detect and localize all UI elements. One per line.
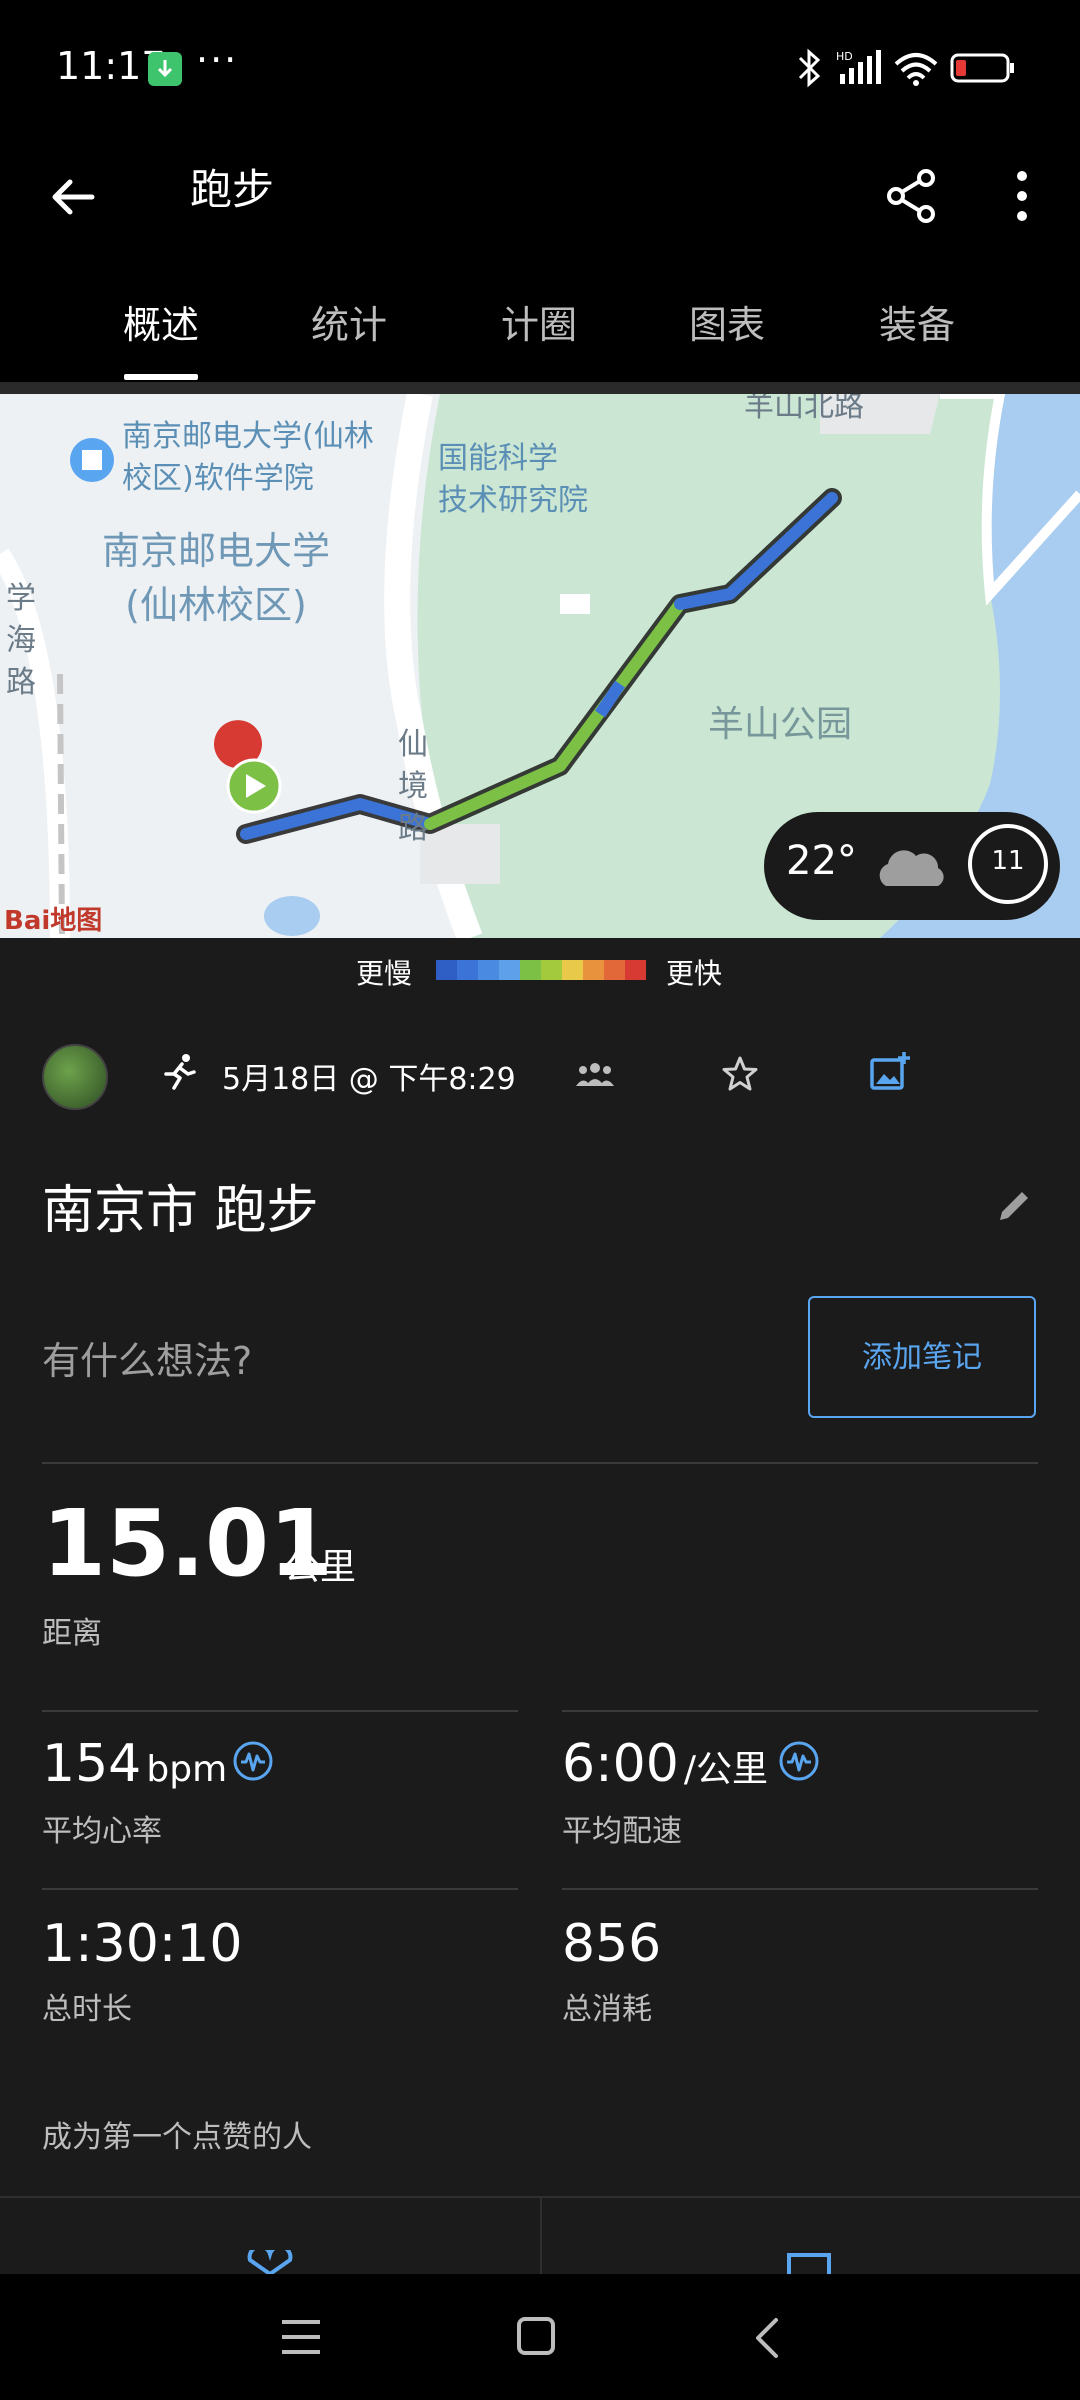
tab-bar: 概述 统计 计圈 图表 装备 [0, 256, 1080, 382]
distance-unit: 公里 [284, 1547, 357, 1588]
baidu-map-logo: Bai地图 [4, 906, 103, 936]
tab-charts[interactable]: 图表 [652, 294, 802, 349]
avatar[interactable] [42, 1044, 108, 1110]
download-notification-icon [148, 52, 182, 86]
heart-rate-unit: bpm [146, 1749, 228, 1790]
pace-color-swatch [478, 960, 499, 980]
weather-temperature: 22° [786, 838, 857, 884]
comment-icon[interactable] [786, 2252, 832, 2274]
avg-heart-rate: 154 bpm [42, 1734, 227, 1794]
share-icon[interactable] [884, 168, 940, 224]
pace-label: 平均配速 [562, 1814, 682, 1849]
first-like-text: 成为第一个点赞的人 [42, 2120, 312, 2155]
pace-color-swatch [541, 960, 562, 980]
system-navigation-bar [0, 2274, 1080, 2400]
svg-text:HD: HD [836, 50, 853, 63]
pace-color-swatch [457, 960, 478, 980]
divider [42, 1888, 518, 1890]
legend-slower-label: 更慢 [356, 957, 413, 990]
map-label-yangshan-road: 羊山北路 [744, 394, 864, 424]
heart-rate-label: 平均心率 [42, 1814, 162, 1849]
distance-label: 距离 [42, 1616, 102, 1651]
wind-speed-value: 11 [991, 846, 1025, 876]
heart-rate-value: 154 [42, 1734, 142, 1794]
wind-speed-dial: 11 [968, 824, 1048, 904]
map-label-university: 南京邮电大学 (仙林校区) [102, 529, 331, 627]
map-label-school-branch: 南京邮电大学(仙林 校区)软件学院 [122, 419, 374, 496]
tab-overview[interactable]: 概述 [86, 294, 236, 349]
thought-input[interactable]: 有什么想法? [42, 1330, 252, 1385]
favorite-star-icon[interactable] [720, 1054, 760, 1094]
divider [0, 382, 1080, 394]
tab-statistics[interactable]: 统计 [274, 294, 424, 349]
wifi-icon [894, 53, 938, 86]
cloudy-icon [879, 850, 944, 886]
like-heart-icon[interactable] [244, 2250, 296, 2274]
activity-date-time: 5月18日 @ 下午8:29 [222, 1062, 516, 1097]
legend-faster-label: 更快 [666, 957, 723, 990]
map-label-park: 羊山公园 [708, 704, 853, 745]
map-label-institute: 国能科学 技术研究院 [438, 441, 588, 518]
activity-title: 南京市 跑步 [42, 1181, 319, 1241]
pace-legend: 更慢 更快 [0, 938, 1080, 1002]
running-icon [164, 1054, 196, 1090]
add-photo-icon[interactable] [868, 1050, 912, 1094]
bluetooth-icon [798, 48, 821, 88]
tab-laps[interactable]: 计圈 [464, 294, 614, 349]
divider [562, 1710, 1038, 1712]
battery-icon [950, 53, 1014, 83]
back-nav-icon[interactable] [752, 2316, 782, 2360]
pace-unit: /公里 [683, 1749, 769, 1790]
pace-value: 6:00 [562, 1734, 679, 1794]
active-tab-indicator [124, 374, 198, 380]
pace-color-swatch [625, 960, 646, 980]
page-title: 跑步 [190, 165, 275, 214]
pace-color-swatch [499, 960, 520, 980]
pace-color-swatch [562, 960, 583, 980]
calories-value: 856 [562, 1914, 662, 1974]
more-notifications-icon: ··· [196, 38, 239, 82]
divider [42, 1710, 518, 1712]
pace-color-swatch [436, 960, 457, 980]
map-label-xianjing-road: 仙 境 路 [398, 727, 428, 846]
app-bar: 跑步 [0, 136, 1080, 256]
group-icon[interactable] [574, 1058, 616, 1094]
home-icon[interactable] [516, 2316, 556, 2356]
pace-color-swatch [604, 960, 625, 980]
edit-pencil-icon[interactable] [994, 1186, 1034, 1226]
route-map[interactable]: 南京邮电大学(仙林 校区)软件学院 国能科学 技术研究院 南京邮电大学 (仙林校… [0, 394, 1080, 938]
recent-apps-icon[interactable] [280, 2318, 322, 2356]
status-bar: 11:17 ··· HD [0, 0, 1080, 136]
duration-label: 总时长 [42, 1992, 132, 2027]
add-note-button[interactable]: 添加笔记 [808, 1296, 1036, 1418]
map-label-xuehai-road: 学 海 路 [6, 581, 36, 700]
pace-color-swatch [520, 960, 541, 980]
weather-badge: 22° 11 [764, 812, 1060, 920]
divider [42, 1462, 1038, 1464]
divider [562, 1888, 1038, 1890]
tab-gear[interactable]: 装备 [842, 294, 992, 349]
cellular-signal-icon: HD [836, 50, 881, 84]
pace-color-scale [436, 960, 646, 980]
back-arrow-icon[interactable] [48, 172, 98, 222]
more-options-icon[interactable] [1010, 166, 1034, 226]
duration-value: 1:30:10 [42, 1914, 243, 1974]
divider [540, 2196, 542, 2274]
pace-color-swatch [583, 960, 604, 980]
heart-rate-sensor-icon[interactable] [232, 1740, 274, 1782]
pace-sensor-icon[interactable] [778, 1740, 820, 1782]
calories-label: 总消耗 [562, 1992, 652, 2027]
avg-pace: 6:00 /公里 [562, 1734, 768, 1794]
